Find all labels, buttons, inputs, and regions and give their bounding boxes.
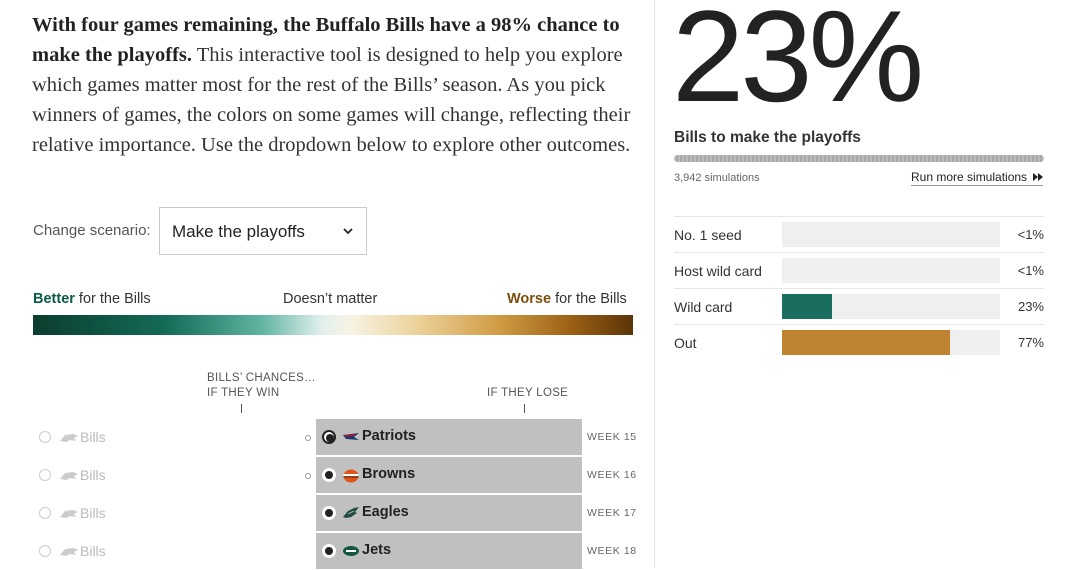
bills-win-radio[interactable] [39, 545, 51, 557]
run-more-simulations-link[interactable]: Run more simulations [911, 170, 1027, 184]
opponent-win-radio[interactable] [322, 468, 336, 482]
week-label: WEEK 15 [587, 431, 637, 443]
game-row: Bills Browns WEEK 16 [0, 457, 640, 494]
opponent-name: Jets [362, 542, 392, 558]
legend-worse-bold: Worse [507, 291, 552, 307]
opponent-win-radio[interactable] [322, 506, 336, 520]
outcome-row: Wild card 23% [674, 289, 1044, 325]
opponent-cell[interactable]: Jets [316, 533, 582, 569]
if-win-tick [241, 404, 242, 413]
outcome-bar-track [782, 258, 1000, 283]
outcome-row: Host wild card <1% [674, 253, 1044, 289]
play-forward-icon[interactable] [1033, 173, 1043, 181]
mini-marker [305, 473, 311, 479]
bills-team-name: Bills [80, 543, 106, 559]
bills-team-name: Bills [80, 467, 106, 483]
game-row: Bills Eagles WEEK 17 [0, 495, 640, 532]
legend-better: Better for the Bills [33, 291, 151, 307]
outcome-label: Host wild card [674, 263, 762, 279]
scenario-selected-value: Make the playoffs [172, 222, 305, 241]
outcome-row: Out 77% [674, 325, 1044, 361]
legend-neutral: Doesn’t matter [283, 291, 378, 307]
bills-win-radio[interactable] [39, 431, 51, 443]
header-if-they-win: BILLS’ CHANCES… IF THEY WIN [207, 371, 316, 401]
outcome-label: Wild card [674, 299, 733, 315]
radio-selected-dot [326, 434, 334, 442]
playoff-chance-subtitle: Bills to make the playoffs [674, 129, 861, 146]
opponent-cell[interactable]: Browns [316, 457, 582, 493]
radio-dot [325, 471, 333, 479]
game-row: Bills Patriots WEEK 15 [0, 419, 640, 456]
if-lose-tick [524, 404, 525, 413]
header-bills-chances: BILLS’ CHANCES… [207, 372, 316, 384]
scenario-dropdown[interactable]: Make the playoffs [159, 207, 367, 255]
week-label: WEEK 16 [587, 469, 637, 481]
header-if-they-win-label: IF THEY WIN [207, 387, 280, 399]
outcome-bar-fill [782, 330, 950, 355]
eagles-logo-icon [343, 507, 359, 518]
simulation-progress-bar [674, 155, 1044, 162]
outcome-value: <1% [1017, 227, 1044, 242]
opponent-name: Eagles [362, 504, 409, 520]
outcome-value: <1% [1017, 263, 1044, 278]
outcome-value: 23% [1017, 299, 1044, 314]
legend-better-rest: for the Bills [74, 291, 151, 307]
week-label: WEEK 18 [587, 545, 637, 557]
legend-worse: Worse for the Bills [507, 291, 627, 307]
radio-dot [325, 509, 333, 517]
opponent-cell[interactable]: Patriots [316, 419, 582, 455]
intro-paragraph: With four games remaining, the Buffalo B… [32, 10, 642, 160]
bills-win-radio[interactable] [39, 469, 51, 481]
bills-team-name: Bills [80, 429, 106, 445]
outcome-bar-track [782, 294, 1000, 319]
bills-team-name: Bills [80, 505, 106, 521]
bills-logo-icon [60, 472, 78, 480]
outcome-bar-fill [782, 294, 833, 319]
importance-gradient-bar [33, 315, 633, 335]
mini-marker [305, 435, 311, 441]
opponent-name: Patriots [362, 428, 416, 444]
header-if-they-lose: IF THEY LOSE [487, 387, 569, 399]
outcome-value: 77% [1017, 335, 1044, 350]
game-row: Bills Jets WEEK 18 [0, 533, 640, 570]
jets-logo-icon [343, 546, 359, 556]
simulation-count: 3,942 simulations [674, 172, 760, 184]
opponent-win-radio[interactable] [322, 430, 336, 444]
bills-logo-icon [60, 434, 78, 442]
bills-logo-icon [60, 548, 78, 556]
browns-logo-icon [343, 469, 359, 483]
opponent-win-radio[interactable] [322, 544, 336, 558]
playoff-chance-percent: 23% [672, 0, 924, 129]
scenario-label: Change scenario: [33, 222, 151, 239]
outcome-bar-track [782, 330, 1000, 355]
outcome-row: No. 1 seed <1% [674, 217, 1044, 253]
bills-win-radio[interactable] [39, 507, 51, 519]
opponent-name: Browns [362, 466, 416, 482]
opponent-cell[interactable]: Eagles [316, 495, 582, 531]
legend-better-bold: Better [33, 291, 75, 307]
column-divider [654, 0, 655, 568]
outcome-label: No. 1 seed [674, 227, 742, 243]
outcome-label: Out [674, 335, 697, 351]
outcome-bar-track [782, 222, 1000, 247]
radio-dot [325, 547, 333, 555]
legend-worse-rest: for the Bills [551, 291, 627, 307]
patriots-logo-icon [343, 433, 359, 440]
run-more-underline [911, 185, 1043, 186]
chevron-down-icon [343, 228, 353, 235]
bills-logo-icon [60, 510, 78, 518]
week-label: WEEK 17 [587, 507, 637, 519]
